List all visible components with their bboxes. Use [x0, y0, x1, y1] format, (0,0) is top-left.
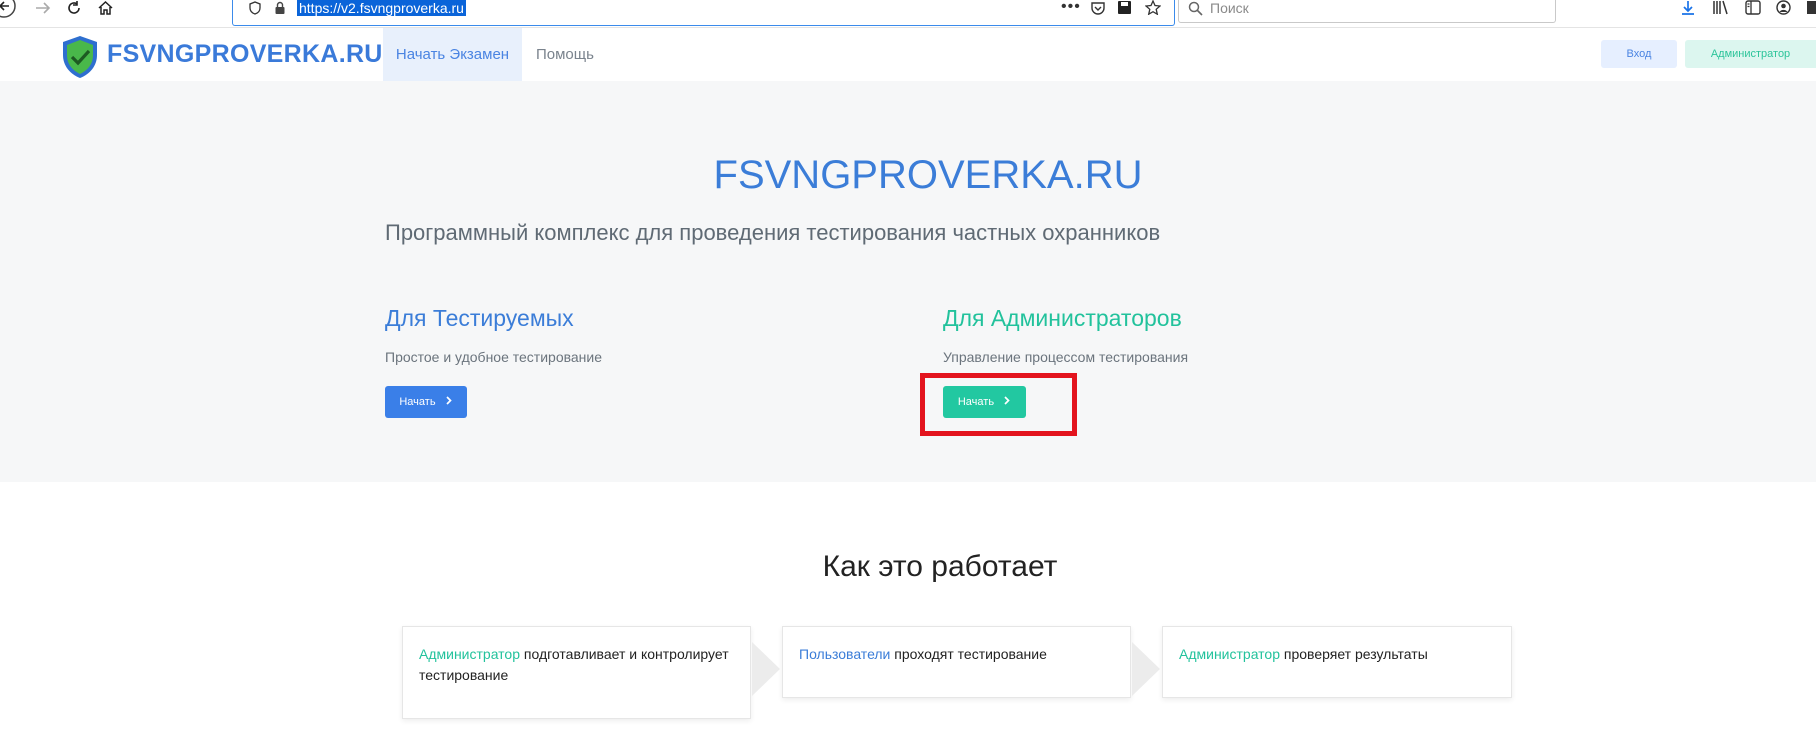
- hero-section: FSVNGPROVERKA.RU Программный комплекс дл…: [0, 81, 1816, 482]
- step-card-3: Администратор проверяет результаты: [1162, 626, 1512, 698]
- step-highlight[interactable]: Администратор: [419, 646, 520, 662]
- admins-description: Управление процессом тестирования: [943, 349, 1189, 365]
- site-logo[interactable]: FSVNGPROVERKA.RU: [107, 40, 383, 69]
- star-icon[interactable]: [1145, 0, 1161, 15]
- button-label: Начать: [399, 396, 436, 408]
- testees-start-button[interactable]: Начать: [385, 386, 467, 418]
- admins-heading: Для Администраторов: [943, 305, 1182, 331]
- hero-title: FSVNGPROVERKA.RU: [713, 153, 1143, 197]
- chevron-right-icon: [446, 396, 452, 405]
- library-icon[interactable]: [1712, 0, 1730, 15]
- testees-heading: Для Тестируемых: [385, 305, 574, 331]
- forward-icon[interactable]: [34, 0, 52, 16]
- browser-toolbar: https://v2.fsvngproverka.ru ••• Поиск: [0, 0, 1816, 28]
- reload-icon[interactable]: [66, 0, 82, 16]
- step-arrow: [752, 642, 780, 696]
- pocket-icon[interactable]: [1091, 1, 1105, 15]
- back-icon[interactable]: [0, 0, 22, 24]
- step-highlight[interactable]: Пользователи: [799, 646, 890, 662]
- step-highlight[interactable]: Администратор: [1179, 646, 1280, 662]
- step-text: проверяет результаты: [1280, 646, 1428, 662]
- shield-check-logo-icon[interactable]: [61, 35, 99, 79]
- save-icon[interactable]: [1117, 0, 1132, 15]
- shield-icon[interactable]: [249, 1, 261, 15]
- admin-button[interactable]: Администратор: [1685, 40, 1816, 68]
- step-card-2: Пользователи проходят тестирование: [782, 626, 1131, 698]
- highlight-annotation-box: [920, 373, 1077, 436]
- url-bar[interactable]: https://v2.fsvngproverka.ru •••: [232, 0, 1175, 26]
- sidebar-icon[interactable]: [1745, 0, 1761, 15]
- url-text[interactable]: https://v2.fsvngproverka.ru: [297, 0, 466, 16]
- testees-description: Простое и удобное тестирование: [385, 349, 603, 365]
- how-it-works-title: Как это работает: [822, 550, 1058, 583]
- more-icon[interactable]: •••: [1061, 0, 1081, 16]
- step-text: проходят тестирование: [890, 646, 1047, 662]
- search-bar[interactable]: Поиск: [1178, 0, 1556, 23]
- nav-help[interactable]: Помощь: [536, 28, 594, 81]
- site-navbar: FSVNGPROVERKA.RU Начать Экзамен Помощь В…: [0, 28, 1816, 81]
- hero-subtitle: Программный комплекс для проведения тест…: [385, 220, 1161, 245]
- home-icon[interactable]: [97, 0, 114, 16]
- search-icon: [1188, 1, 1203, 16]
- step-card-1: Администратор подготавливает и контролир…: [402, 626, 751, 719]
- lock-icon[interactable]: [274, 1, 286, 15]
- account-icon[interactable]: [1776, 0, 1791, 15]
- extension-icon[interactable]: [1806, 0, 1816, 15]
- download-icon[interactable]: [1680, 0, 1696, 16]
- step-arrow: [1132, 642, 1160, 696]
- nav-start-exam[interactable]: Начать Экзамен: [383, 28, 522, 81]
- search-input[interactable]: Поиск: [1210, 0, 1249, 16]
- login-button[interactable]: Вход: [1601, 40, 1677, 68]
